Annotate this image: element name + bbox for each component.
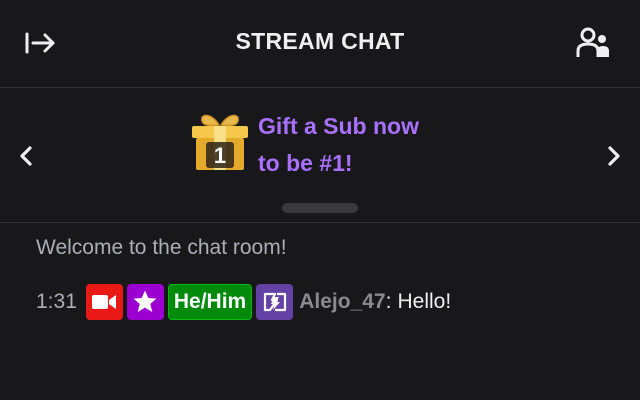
pronoun-badge[interactable]: He/Him xyxy=(167,284,253,320)
chat-header: STREAM CHAT xyxy=(0,0,640,88)
promo-line-1: Gift a Sub now xyxy=(258,113,419,139)
message-separator: : xyxy=(385,290,392,313)
promo-next-button[interactable] xyxy=(596,138,632,174)
gift-rank-number: 1 xyxy=(214,143,226,168)
promo-line-2: to be #1! xyxy=(258,150,353,176)
promo-message[interactable]: Gift a Sub now to be #1! xyxy=(258,108,419,182)
welcome-message: Welcome to the chat room! xyxy=(36,236,287,259)
message-text: Hello! xyxy=(397,290,452,313)
gift-icon: 1 xyxy=(188,111,252,173)
star-icon[interactable] xyxy=(126,284,164,320)
video-camera-icon[interactable] xyxy=(85,284,123,320)
chat-message: 1:31 He/Him Alejo_47 : Hello! xyxy=(36,284,451,320)
message-timestamp: 1:31 xyxy=(36,290,77,313)
prime-lightning-icon[interactable] xyxy=(256,284,294,320)
chat-username[interactable]: Alejo_47 xyxy=(299,290,385,314)
chevron-right-icon xyxy=(608,146,620,166)
community-button[interactable] xyxy=(570,22,618,64)
promo-prev-button[interactable] xyxy=(8,138,44,174)
stream-chat-panel: STREAM CHAT 1 Gift a Sub now to be #1! W… xyxy=(0,0,640,400)
community-users-icon xyxy=(576,27,609,57)
chevron-left-icon xyxy=(20,146,32,166)
chat-title: STREAM CHAT xyxy=(235,28,405,54)
promo-drag-handle[interactable] xyxy=(282,203,358,213)
